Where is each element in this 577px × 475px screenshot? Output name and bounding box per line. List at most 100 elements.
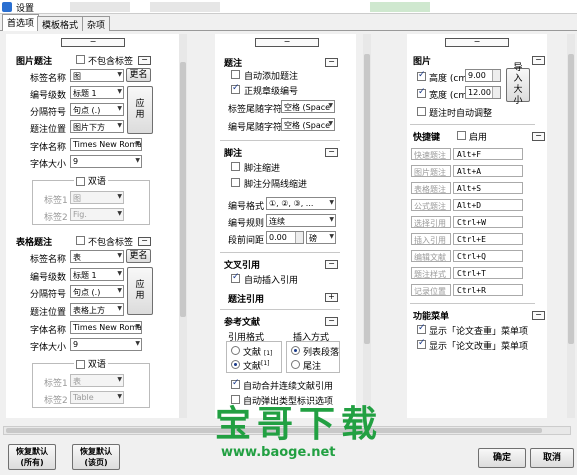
footnote-separator-indent-label: 脚注分隔线缩进 xyxy=(244,180,308,190)
figure-separator-select[interactable]: 句点 (.) xyxy=(70,103,124,116)
faint-background-strip xyxy=(150,2,220,12)
footnote-separator-indent-checkbox[interactable] xyxy=(231,178,240,187)
auto-add-caption-checkbox[interactable] xyxy=(231,70,240,79)
footnote-indent-label: 脚注缩进 xyxy=(244,164,281,174)
tab-preferences[interactable]: 首选项 xyxy=(2,14,40,32)
collapse-image-button[interactable]: − xyxy=(532,56,545,65)
figure-position-label: 题注位置 xyxy=(30,125,67,135)
watermark-url: www.baoge.net xyxy=(221,445,336,460)
scrollbar-thumb[interactable] xyxy=(568,54,574,344)
hotkey-value-figure-caption[interactable]: Alt+A xyxy=(453,165,523,177)
show-paper-check-checkbox[interactable] xyxy=(417,323,426,334)
collapse-column-a-button[interactable]: − xyxy=(61,38,125,47)
figure-level-select[interactable]: 标题 1 xyxy=(70,86,124,99)
collapse-caption-button[interactable]: − xyxy=(325,58,338,67)
figure-position-select[interactable]: 图片下方 xyxy=(70,120,124,133)
table-tag1-select[interactable]: 表 xyxy=(70,374,124,387)
tab-template-format[interactable]: 模板格式 xyxy=(37,16,84,31)
table-no-label-label: 不包含标签 xyxy=(88,238,134,248)
image-width-checkbox[interactable] xyxy=(417,87,426,98)
table-font-size-select[interactable]: 9 xyxy=(70,338,142,351)
hotkey-value-table-caption[interactable]: Alt+S xyxy=(453,182,523,194)
spacing-before-spinner[interactable]: 0.00 xyxy=(266,231,304,244)
cancel-button[interactable]: 取消 xyxy=(530,448,574,468)
figure-no-label-checkbox[interactable] xyxy=(76,55,85,64)
table-position-select[interactable]: 表格上方 xyxy=(70,303,124,316)
insert-endnote-radio[interactable] xyxy=(291,360,300,369)
image-height-checkbox[interactable] xyxy=(417,70,426,81)
figure-label-name-label: 标签名称 xyxy=(30,74,67,84)
hotkey-value-insert-ref[interactable]: Ctrl+E xyxy=(453,233,523,245)
show-paper-revise-checkbox[interactable] xyxy=(417,338,426,349)
column-c-scrollbar[interactable] xyxy=(567,34,575,418)
footnote-indent-checkbox[interactable] xyxy=(231,162,240,171)
number-suffix-select[interactable]: 空格 (Space xyxy=(281,118,335,131)
table-apply-button[interactable]: 应用 xyxy=(127,267,153,315)
import-size-button[interactable]: 导入大小 xyxy=(506,63,530,106)
image-width-spinner[interactable]: 12.00 xyxy=(465,86,501,99)
figure-apply-button[interactable]: 应用 xyxy=(127,86,153,134)
auto-adjust-checkbox[interactable] xyxy=(417,107,426,116)
collapse-footnote-button[interactable]: − xyxy=(325,148,338,157)
footnote-rule-select[interactable]: 连续 xyxy=(266,214,336,227)
hotkeys-enable-checkbox[interactable] xyxy=(457,131,466,140)
figure-tag2-select[interactable]: Fig. xyxy=(70,208,124,221)
tab-strip: 首选项 模板格式 杂项 xyxy=(0,14,577,32)
collapse-column-c-button[interactable]: − xyxy=(445,38,509,47)
auto-adjust-label: 题注时自动调整 xyxy=(429,109,493,119)
chapter-numbering-checkbox[interactable] xyxy=(231,83,240,94)
merge-refs-label: 自动合并连续文献引用 xyxy=(243,382,334,392)
table-bilingual-label: 双语 xyxy=(87,360,106,370)
scrollbar-thumb[interactable] xyxy=(180,62,186,317)
table-tag2-select[interactable]: Table xyxy=(70,391,124,404)
figure-label-name-select[interactable]: 图 xyxy=(70,69,124,82)
footnote-format-select[interactable]: ①, ②, ③, ... xyxy=(266,197,336,210)
table-no-label-checkbox[interactable] xyxy=(76,236,85,245)
figure-rename-button[interactable]: 更名 xyxy=(126,68,151,82)
footnote-rule-label: 编号规则 xyxy=(228,219,265,229)
hotkey-value-record-position[interactable]: Ctrl+R xyxy=(453,284,523,296)
tag-suffix-select[interactable]: 空格 (Space xyxy=(281,100,335,113)
auto-insert-ref-checkbox[interactable] xyxy=(231,272,240,283)
restore-defaults-page-button[interactable]: 恢复默认 (该页) xyxy=(72,444,120,470)
faint-background-strip xyxy=(370,2,430,12)
collapse-column-b-button[interactable]: − xyxy=(255,38,319,47)
tab-misc[interactable]: 杂项 xyxy=(82,16,111,31)
column-b-scrollbar[interactable] xyxy=(363,34,371,418)
ref-format-plain-radio[interactable] xyxy=(231,346,240,355)
collapse-table-caption-button[interactable]: − xyxy=(138,237,151,246)
hotkey-value-equation-caption[interactable]: Alt+D xyxy=(453,199,523,211)
table-font-name-select[interactable]: Times New Roma xyxy=(70,321,142,334)
hotkey-value-caption-style[interactable]: Ctrl+T xyxy=(453,267,523,279)
collapse-figure-caption-button[interactable]: − xyxy=(138,56,151,65)
collapse-crossref-button[interactable]: − xyxy=(325,260,338,269)
figure-tag1-select[interactable]: 图 xyxy=(70,191,124,204)
table-rename-button[interactable]: 更名 xyxy=(126,249,151,263)
ref-format-superscript-radio[interactable] xyxy=(231,360,240,369)
insert-list-paragraph-radio[interactable] xyxy=(291,346,300,355)
caption-ref-title: 题注引用 xyxy=(228,295,265,305)
expand-caption-ref-button[interactable]: + xyxy=(325,293,338,302)
table-level-select[interactable]: 标题 1 xyxy=(70,268,124,281)
hotkey-value-select-ref[interactable]: Ctrl+W xyxy=(453,216,523,228)
popup-type-checkbox[interactable] xyxy=(231,395,240,404)
figure-font-name-select[interactable]: Times New Roma xyxy=(70,138,142,151)
table-bilingual-checkbox[interactable] xyxy=(76,360,85,369)
table-separator-select[interactable]: 句点 (.) xyxy=(70,285,124,298)
merge-refs-checkbox[interactable] xyxy=(231,378,240,389)
hotkey-value-quick-caption[interactable]: Alt+F xyxy=(453,148,523,160)
collapse-function-menu-button[interactable]: − xyxy=(532,311,545,320)
scrollbar-thumb[interactable] xyxy=(364,54,370,344)
collapse-bibliography-button[interactable]: − xyxy=(325,317,338,326)
figure-bilingual-checkbox[interactable] xyxy=(76,177,85,186)
spacing-unit-select[interactable]: 磅 xyxy=(306,231,336,244)
collapse-hotkeys-button[interactable]: − xyxy=(532,132,545,141)
number-suffix-label: 编号尾随字符 xyxy=(228,123,283,133)
column-a-scrollbar[interactable] xyxy=(179,34,187,418)
table-label-name-select[interactable]: 表 xyxy=(70,250,124,263)
image-height-spinner[interactable]: 9.00 xyxy=(465,69,501,82)
ok-button[interactable]: 确定 xyxy=(478,448,526,468)
hotkey-value-edit-biblio[interactable]: Ctrl+Q xyxy=(453,250,523,262)
figure-font-size-select[interactable]: 9 xyxy=(70,155,142,168)
restore-defaults-all-button[interactable]: 恢复默认 (所有) xyxy=(8,444,56,470)
